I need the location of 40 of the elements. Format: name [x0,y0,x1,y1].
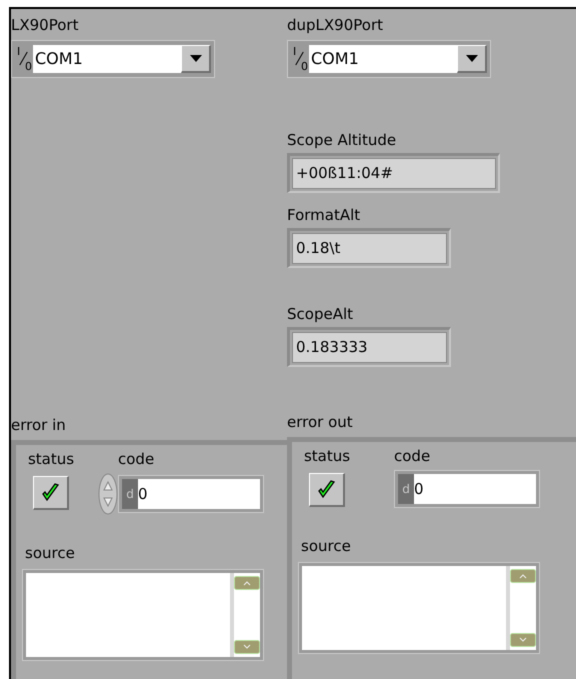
dropdown-value: COM1 [33,45,181,73]
caret-icon [466,55,478,62]
checkmark-icon [316,480,336,500]
status-label: status [28,449,74,469]
control-label: dupLX90Port [287,15,384,35]
scroll-up-button[interactable] [510,569,536,583]
string-indicator: +00ß11:04# [287,153,500,193]
dropdown-arrow-button[interactable] [181,45,211,73]
code-label: code [117,449,156,469]
string-indicator: 0.18\t [287,228,451,268]
status-label: status [304,446,350,466]
io-prefix: I 0 [292,45,309,73]
io-prefix: I 0 [16,45,33,73]
scrollbar[interactable] [506,566,536,650]
code-field[interactable]: d 0 [118,475,264,513]
code-label: code [393,446,432,466]
source-text-box[interactable] [22,569,264,661]
dropdown-value: COM1 [309,45,457,73]
scrollbar[interactable] [230,573,260,657]
code-value: 0 [414,474,536,504]
source-text-box[interactable] [298,562,540,654]
code-value: 0 [138,479,260,509]
indicator-label: ScopeAlt [287,304,354,324]
scroll-down-button[interactable] [510,633,536,647]
dropdown-arrow-button[interactable] [457,45,487,73]
control-label: LX90Port [11,15,80,35]
scroll-up-button[interactable] [234,576,260,590]
indicator-label: FormatAlt [287,205,362,225]
increment-decrement-icon[interactable] [98,473,118,515]
indicator-label: Scope Altitude [287,130,398,150]
source-label: source [24,543,76,563]
caret-icon [190,55,202,62]
checkmark-icon [40,482,60,502]
scroll-down-button[interactable] [234,640,260,654]
radix-indicator: d [398,474,414,504]
cluster-label: error out [287,412,354,432]
string-indicator: 0.183333 [287,327,451,367]
radix-indicator: d [122,479,138,509]
source-label: source [300,536,352,556]
cluster-label: error in [11,415,67,435]
